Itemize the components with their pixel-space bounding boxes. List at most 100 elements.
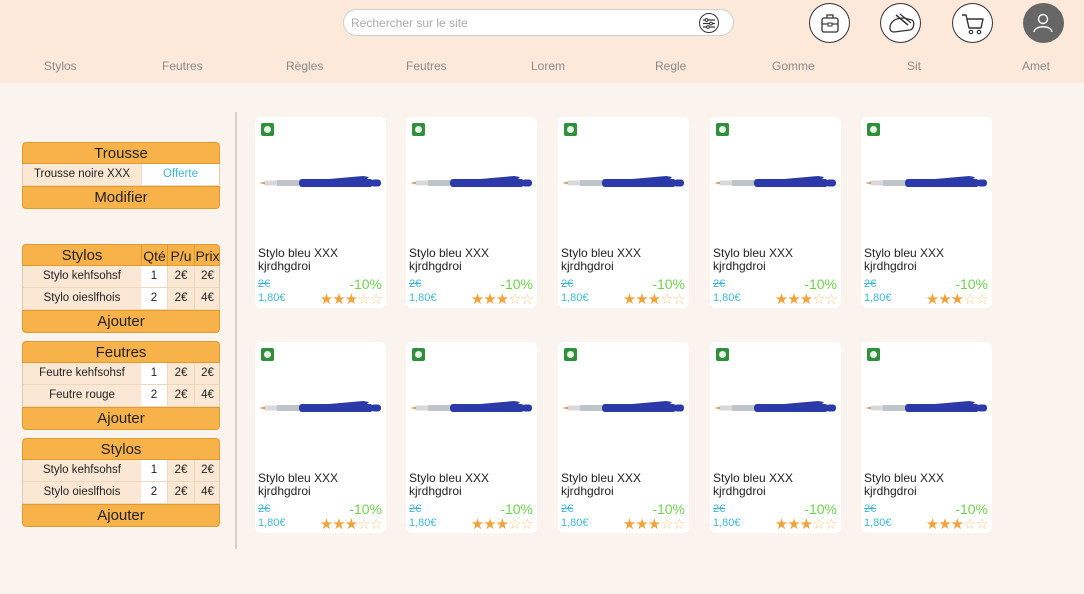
- star-half-icon: ★: [344, 516, 358, 533]
- product-card[interactable]: Stylo bleu XXX kjrdhgdroi 2€ 1,80€ -10% ★★★☆☆: [406, 117, 537, 308]
- star-empty-icon: ☆: [660, 516, 673, 533]
- product-ref: kjrdhgdroi: [258, 259, 311, 273]
- star-empty-icon: ☆: [660, 291, 673, 308]
- item-name: Feutre kehfsohsf: [39, 367, 125, 379]
- product-card[interactable]: Stylo bleu XXX kjrdhgdroi 2€ 1,80€ -10% ★★★☆☆: [861, 117, 992, 308]
- product-title: Stylo bleu XXX kjrdhgdroi: [561, 247, 686, 273]
- table-row: Feutre rouge 2 2€ 4€: [22, 385, 220, 407]
- feutres-panel: Feutres Feutre kehfsohsf 1 2€ 2€ Feutre …: [22, 341, 220, 430]
- pen-image: [865, 175, 988, 196]
- nav-feutres-2[interactable]: Feutres: [406, 59, 447, 73]
- item-qty[interactable]: 2: [141, 482, 167, 503]
- new-price: 1,80€: [713, 292, 741, 304]
- item-qty[interactable]: 1: [141, 363, 167, 384]
- product-title: Stylo bleu XXX kjrdhgdroi: [864, 247, 989, 273]
- item-name: Stylo kehfsohsf: [43, 464, 121, 476]
- nav-lorem[interactable]: Lorem: [531, 59, 565, 73]
- eco-label-icon: [716, 123, 729, 136]
- unit-price-header: P/u: [167, 245, 194, 265]
- item-price: 4€: [194, 288, 220, 309]
- product-card[interactable]: Stylo bleu XXX kjrdhgdroi 2€ 1,80€ -10% ★★★☆☆: [710, 342, 841, 533]
- ajouter-button[interactable]: Ajouter: [22, 504, 220, 527]
- trousse-title: Trousse: [22, 142, 220, 164]
- product-card[interactable]: Stylo bleu XXX kjrdhgdroi 2€ 1,80€ -10% ★★★☆☆: [558, 342, 689, 533]
- item-price: 2€: [194, 363, 220, 384]
- item-price: 2€: [194, 460, 220, 481]
- product-title: Stylo bleu XXX kjrdhgdroi: [409, 247, 534, 273]
- nav-regle[interactable]: Regle: [655, 59, 686, 73]
- star-half-icon: ★: [495, 291, 509, 308]
- nav-feutres[interactable]: Feutres: [162, 59, 203, 73]
- divider: [235, 112, 237, 549]
- star-empty-icon: ☆: [672, 516, 686, 533]
- eco-label-icon: [867, 123, 880, 136]
- item-name: Feutre rouge: [49, 389, 115, 401]
- star-full-icon: ★: [319, 291, 333, 308]
- star-empty-icon: ☆: [357, 516, 370, 533]
- star-full-icon: ★: [622, 516, 636, 533]
- product-card[interactable]: Stylo bleu XXX kjrdhgdroi 2€ 1,80€ -10% ★★★☆☆: [710, 117, 841, 308]
- pen-image: [410, 175, 533, 196]
- star-empty-icon: ☆: [520, 291, 534, 308]
- rating-stars: ★★★☆☆: [774, 515, 838, 533]
- star-full-icon: ★: [774, 516, 788, 533]
- eco-label-icon: [412, 348, 425, 361]
- old-price: 2€: [713, 278, 726, 290]
- star-full-icon: ★: [483, 291, 496, 308]
- cart-icon[interactable]: [952, 3, 993, 43]
- modifier-button[interactable]: Modifier: [22, 186, 220, 209]
- backpack-icon[interactable]: [809, 3, 850, 43]
- eco-label-icon: [564, 348, 577, 361]
- nav-gomme[interactable]: Gomme: [772, 59, 815, 73]
- nav-sit[interactable]: Sit: [907, 59, 921, 73]
- item-qty[interactable]: 1: [141, 460, 167, 481]
- search-input[interactable]: [351, 16, 691, 30]
- nav-stylos[interactable]: Stylos: [44, 59, 77, 73]
- panel-title: Feutres: [22, 341, 220, 363]
- item-unit-price: 2€: [167, 385, 194, 406]
- product-card[interactable]: Stylo bleu XXX kjrdhgdroi 2€ 1,80€ -10% ★★★☆☆: [406, 342, 537, 533]
- sliders-icon[interactable]: [699, 13, 719, 33]
- product-title: Stylo bleu XXX kjrdhgdroi: [864, 472, 989, 498]
- rating-stars: ★★★☆☆: [623, 290, 686, 308]
- product-title: Stylo bleu XXX kjrdhgdroi: [713, 247, 838, 273]
- star-empty-icon: ☆: [508, 291, 521, 308]
- old-price: 2€: [864, 503, 877, 515]
- star-empty-icon: ☆: [520, 516, 534, 533]
- ajouter-button[interactable]: Ajouter: [22, 407, 220, 430]
- nav-regles[interactable]: Règles: [286, 59, 323, 73]
- star-full-icon: ★: [774, 291, 788, 308]
- star-empty-icon: ☆: [975, 291, 989, 308]
- new-price: 1,80€: [561, 517, 589, 529]
- product-card[interactable]: Stylo bleu XXX kjrdhgdroi 2€ 1,80€ -10% ★★★☆☆: [255, 117, 386, 308]
- product-card[interactable]: Stylo bleu XXX kjrdhgdroi 2€ 1,80€ -10% ★★★☆☆: [558, 117, 689, 308]
- item-qty[interactable]: 2: [141, 288, 167, 309]
- star-full-icon: ★: [925, 516, 939, 533]
- table-row: Stylo kehfsohsf 1 2€ 2€: [22, 460, 220, 482]
- product-ref: kjrdhgdroi: [409, 484, 462, 498]
- pencil-case-icon[interactable]: [880, 3, 921, 43]
- item-qty[interactable]: 1: [141, 266, 167, 287]
- product-ref: kjrdhgdroi: [561, 259, 614, 273]
- ajouter-button[interactable]: Ajouter: [22, 310, 220, 333]
- rating-stars: ★★★☆☆: [471, 515, 534, 533]
- rating-stars: ★★★☆☆: [622, 515, 686, 533]
- header: Stylos Feutres Règles Feutres Lorem Regl…: [0, 0, 1084, 83]
- new-price: 1,80€: [409, 517, 437, 529]
- old-price: 2€: [561, 278, 574, 290]
- star-half-icon: ★: [950, 291, 964, 308]
- table-row: Stylo oieslfhois 2 2€ 4€: [22, 288, 220, 310]
- rating-stars: ★★★☆☆: [926, 290, 989, 308]
- item-qty[interactable]: 2: [141, 385, 167, 406]
- product-card[interactable]: Stylo bleu XXX kjrdhgdroi 2€ 1,80€ -10% ★★★☆☆: [255, 342, 386, 533]
- star-full-icon: ★: [319, 516, 333, 533]
- star-empty-icon: ☆: [824, 291, 838, 308]
- trousse-row: Trousse noire XXX Offerte: [22, 164, 220, 186]
- account-icon[interactable]: [1023, 3, 1064, 43]
- panel-title: Stylos: [22, 438, 220, 460]
- star-half-icon: ★: [950, 516, 964, 533]
- star-full-icon: ★: [635, 516, 648, 533]
- nav-amet[interactable]: Amet: [1022, 59, 1050, 73]
- product-card[interactable]: Stylo bleu XXX kjrdhgdroi 2€ 1,80€ -10% ★★★☆☆: [861, 342, 992, 533]
- star-full-icon: ★: [938, 291, 951, 308]
